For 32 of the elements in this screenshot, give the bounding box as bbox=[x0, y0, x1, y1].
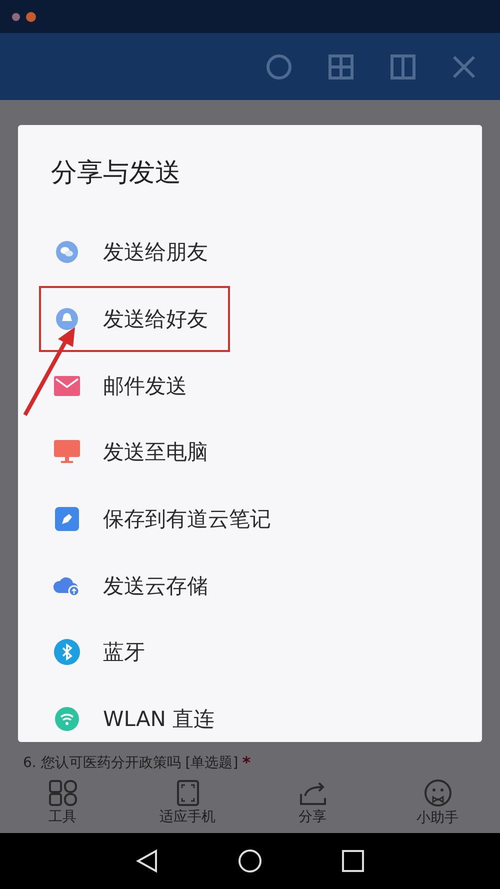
notification-dot-icon bbox=[12, 12, 20, 20]
dialog-title: 分享与发送 bbox=[51, 157, 182, 190]
close-icon[interactable] bbox=[452, 54, 476, 78]
share-icon bbox=[298, 780, 326, 806]
recents-icon[interactable] bbox=[342, 850, 364, 872]
share-option[interactable]: 邮件发送 bbox=[39, 352, 209, 420]
share-option[interactable]: 发送至电脑 bbox=[39, 419, 230, 486]
share-option[interactable]: 保存到有道云笔记 bbox=[39, 486, 293, 552]
smiley-icon bbox=[424, 778, 452, 806]
panel-icon[interactable] bbox=[390, 54, 416, 80]
grid-icon bbox=[48, 780, 76, 806]
envelope-icon bbox=[54, 376, 80, 396]
cloud-upload-icon bbox=[53, 574, 81, 597]
penguin-icon bbox=[55, 307, 79, 332]
notification-dot-icon bbox=[26, 12, 36, 22]
frame-icon bbox=[176, 780, 198, 806]
monitor-icon bbox=[54, 440, 80, 464]
pen-note-icon bbox=[55, 507, 79, 532]
share-option[interactable]: 发送给好友 bbox=[39, 286, 230, 352]
share-option[interactable]: 蓝牙 bbox=[39, 619, 167, 686]
share-option[interactable]: 发送云存储 bbox=[39, 552, 230, 620]
circle-icon[interactable] bbox=[266, 54, 292, 80]
question-text: 6. 您认可医药分开政策吗 [单选题] bbox=[23, 754, 238, 772]
home-icon[interactable] bbox=[238, 849, 262, 873]
grid-icon[interactable] bbox=[328, 54, 354, 80]
wifi-icon bbox=[55, 707, 79, 732]
bluetooth-icon bbox=[54, 639, 80, 666]
share-option[interactable]: 发送给朋友 bbox=[39, 219, 230, 286]
required-mark: * bbox=[242, 753, 251, 772]
chat-bubbles-icon bbox=[55, 240, 79, 264]
share-option[interactable]: WLAN 直连 bbox=[39, 686, 237, 752]
back-icon[interactable] bbox=[136, 849, 158, 873]
